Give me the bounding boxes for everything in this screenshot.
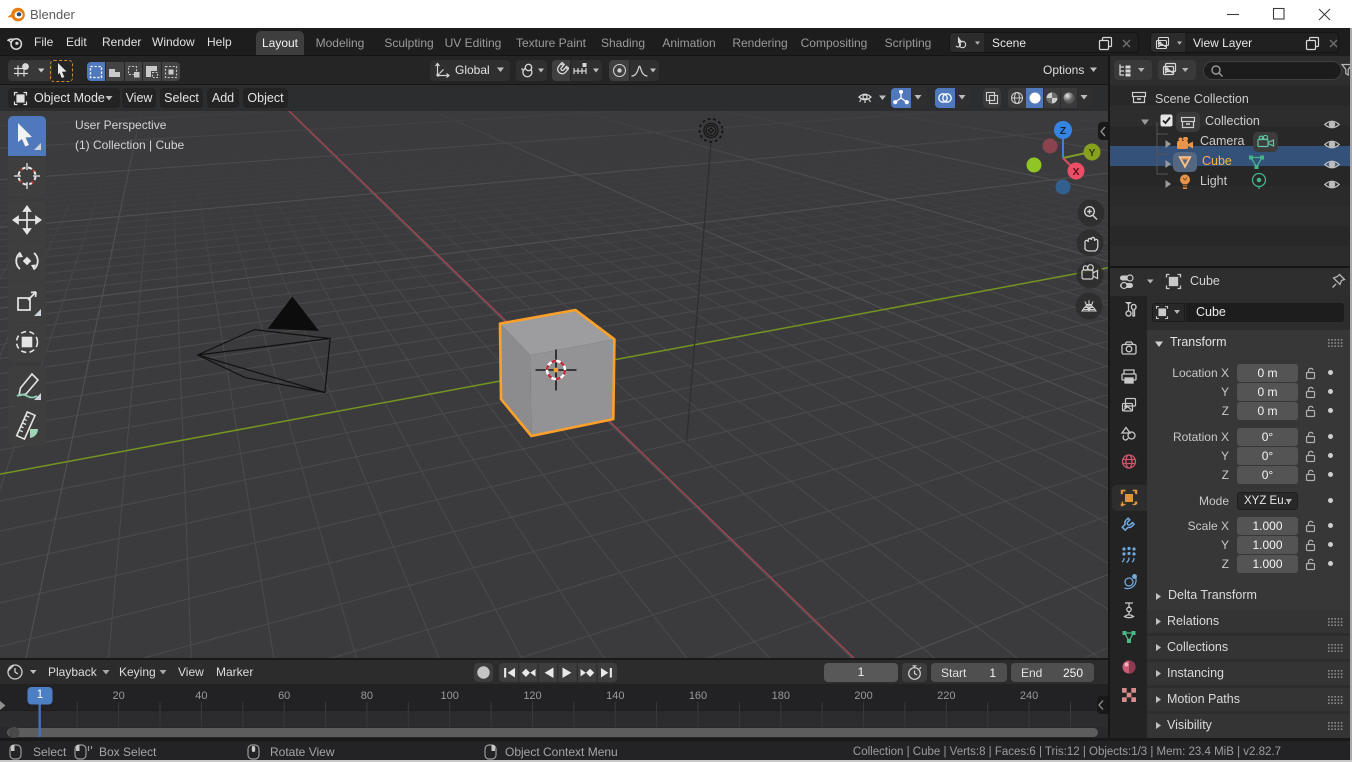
- svg-text:Z: Z: [1060, 125, 1067, 137]
- svg-text:Y: Y: [1088, 147, 1095, 159]
- svg-text:X: X: [1072, 166, 1079, 178]
